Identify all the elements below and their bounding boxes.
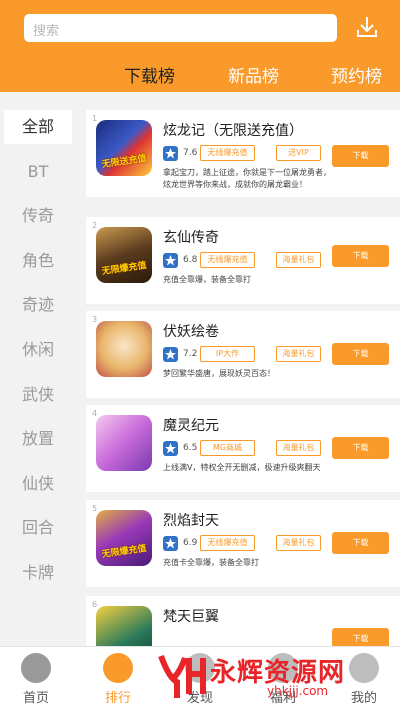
game-description: 上线满V，特权全开无删减，极速升级爽翻天 [163,463,321,472]
game-tag: 海量礼包 [276,346,321,362]
game-icon: 无限爆充值 [96,227,152,283]
game-card[interactable]: 2 无限爆充值 玄仙传奇 6.8 无线爆充值 海量礼包 充值全靠爆，装备全靠打 … [86,217,400,304]
game-score: 6.9 [183,538,198,548]
game-card[interactable]: 1 无限送充值 炫龙记（无限送充值） 7.6 无线爆充值 送VIP 拿起宝刀，踏… [86,110,400,197]
game-icon [96,415,152,471]
game-tag: 无线爆充值 [200,535,255,551]
watermark-url: yhkjjj.com [267,684,329,698]
game-score: 7.2 [183,349,198,359]
game-tag: IP大作 [200,346,255,362]
nav-home[interactable]: 首页 [6,647,66,706]
game-tag: 海量礼包 [276,440,321,456]
watermark-logo-icon [158,654,206,698]
header: 搜索 下载榜 新品榜 预约榜 [0,0,400,92]
search-input[interactable]: 搜索 [24,14,337,42]
sidebar-item-all[interactable]: 全部 [4,110,72,144]
star-icon [163,253,178,268]
sidebar-item-idle[interactable]: 放置 [0,422,76,456]
game-description: 充值卡全靠爆，装备全靠打 [163,558,259,567]
game-list: 1 无限送充值 炫龙记（无限送充值） 7.6 无线爆充值 送VIP 拿起宝刀，踏… [86,110,400,646]
game-tag: 无线爆充值 [200,145,255,161]
game-tag: 送VIP [276,145,321,161]
game-icon: 无限爆充值 [96,510,152,566]
game-card[interactable]: 4 魔灵纪元 6.5 MG商城 海量礼包 上线满V，特权全开无删减，极速升级爽翻… [86,405,400,492]
download-icon[interactable] [352,12,382,42]
download-button[interactable]: 下载 [332,145,389,167]
game-name: 伏妖绘卷 [163,324,219,340]
game-icon [96,321,152,377]
sidebar-item-wuxia[interactable]: 武侠 [0,378,76,412]
sidebar-item-card[interactable]: 卡牌 [0,556,76,590]
home-icon [21,653,51,683]
game-tag: 无线爆充值 [200,252,255,268]
tab-download-rank[interactable]: 下载榜 [124,62,175,87]
download-button[interactable]: 下载 [332,532,389,554]
sidebar-item-turn-based[interactable]: 回合 [0,511,76,545]
game-description: 拿起宝刀，踏上征途，你就是下一位屠龙勇者，炫龙世界等你来战，成就你的屠龙霸业！ [163,168,331,189]
game-description: 充值全靠爆，装备全靠打 [163,275,251,284]
nav-rank[interactable]: 排行 [88,647,148,706]
watermark: 永辉资源网 yhkjjj.com [155,648,400,706]
sidebar-item-casual[interactable]: 休闲 [0,333,76,367]
game-score: 6.5 [183,443,198,453]
game-card[interactable]: 5 无限爆充值 烈焰封天 6.9 无线爆充值 海量礼包 充值卡全靠爆，装备全靠打… [86,500,400,587]
game-description: 梦回繁华盛唐，展现妖灵百态！ [163,369,275,378]
download-button[interactable]: 下载 [332,437,389,459]
rank-number: 3 [92,315,98,324]
sidebar-item-xianxia[interactable]: 仙侠 [0,467,76,501]
tab-new-rank[interactable]: 新品榜 [228,62,279,87]
download-button[interactable]: 下载 [332,343,389,365]
star-icon [163,146,178,161]
game-icon [96,606,152,646]
star-icon [163,347,178,362]
rank-number: 4 [92,409,98,418]
star-icon [163,441,178,456]
sidebar-item-miracle[interactable]: 奇迹 [0,288,76,322]
game-card[interactable]: 6 梵天巨翼 下载 [86,596,400,646]
rank-icon [103,653,133,683]
category-sidebar: 全部 BT 传奇 角色 奇迹 休闲 武侠 放置 仙侠 回合 卡牌 [0,110,76,646]
rank-number: 5 [92,504,98,513]
rank-tabs: 下载榜 新品榜 预约榜 [0,62,400,90]
game-name: 玄仙传奇 [163,230,219,246]
rank-number: 6 [92,600,98,609]
game-name: 魔灵纪元 [163,418,219,434]
rank-number: 1 [92,114,98,123]
game-name: 炫龙记（无限送充值） [163,123,303,139]
search-placeholder: 搜索 [33,24,60,39]
download-button[interactable]: 下载 [332,628,389,646]
game-card[interactable]: 3 伏妖绘卷 7.2 IP大作 海量礼包 梦回繁华盛唐，展现妖灵百态！ 下载 [86,311,400,398]
game-name: 烈焰封天 [163,513,219,529]
game-tag: 海量礼包 [276,535,321,551]
sidebar-item-rpg[interactable]: 角色 [0,244,76,278]
sidebar-item-legend[interactable]: 传奇 [0,199,76,233]
game-tag: MG商城 [200,440,255,456]
game-score: 7.6 [183,148,198,158]
sidebar-item-bt[interactable]: BT [0,155,76,189]
rank-number: 2 [92,221,98,230]
game-name: 梵天巨翼 [163,609,219,625]
game-score: 6.8 [183,255,198,265]
star-icon [163,536,178,551]
download-button[interactable]: 下载 [332,245,389,267]
nav-rank-label: 排行 [104,691,131,706]
game-icon: 无限送充值 [96,120,152,176]
game-tag: 海量礼包 [276,252,321,268]
tab-reserve-rank[interactable]: 预约榜 [331,62,382,87]
nav-home-label: 首页 [22,691,49,706]
